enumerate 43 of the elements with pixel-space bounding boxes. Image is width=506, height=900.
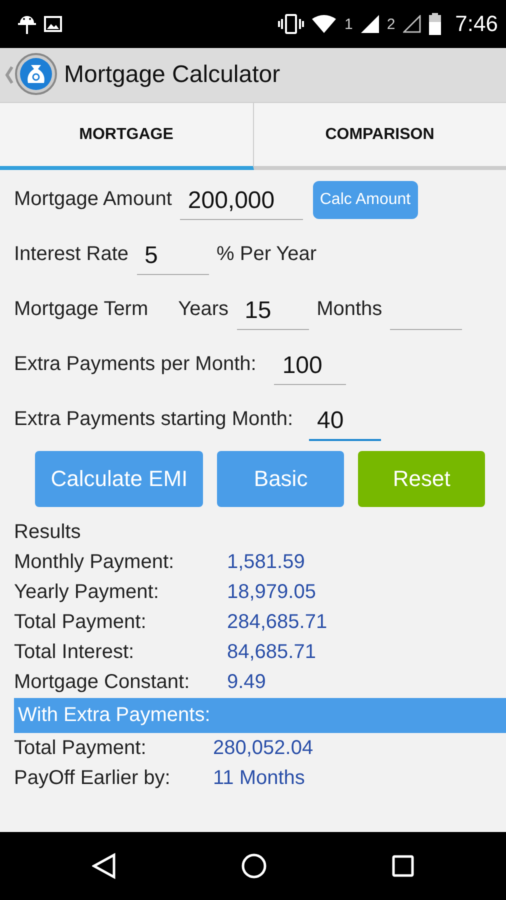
input-field[interactable]: 5 [136, 240, 209, 275]
wifi-icon [312, 15, 336, 33]
signal-icon [403, 15, 422, 33]
sim-number: 2 [386, 16, 396, 32]
input-field[interactable]: 100 [274, 350, 346, 385]
input-field[interactable]: 40 [309, 404, 382, 440]
app-title: Mortgage Calculator [64, 61, 280, 89]
signal-icon [360, 15, 379, 33]
image-icon [44, 16, 62, 32]
field-label: Mortgage Amount [14, 188, 172, 211]
clock-time: 7:46 [455, 11, 498, 37]
field-label: Extra Payments starting Month: [14, 408, 294, 431]
result-value: 84,685.71 [227, 640, 317, 665]
field-label: Interest Rate [14, 243, 129, 266]
result-label: Total Payment: [14, 610, 148, 635]
result-value: 280,052.04 [213, 736, 314, 761]
result-value: 9.49 [227, 670, 267, 695]
result-value: 1,581.59 [227, 550, 306, 575]
sim-number: 1 [344, 16, 353, 32]
result-value: 11 Months [213, 766, 306, 791]
result-label: Total Payment: [14, 736, 148, 761]
field-label: Years [178, 298, 229, 321]
input-field[interactable]: 15 [236, 295, 309, 330]
result-label: Yearly Payment: [14, 580, 160, 605]
results-heading: Results [14, 520, 82, 545]
field-label: Mortgage Term [14, 298, 148, 321]
field-label: % Per Year [216, 243, 317, 266]
result-value: 284,685.71 [227, 610, 328, 635]
result-label: Mortgage Constant: [14, 670, 191, 695]
home-icon[interactable] [240, 853, 267, 879]
input-field[interactable]: 200,000 [180, 185, 303, 220]
result-label: Total Interest: [14, 640, 136, 665]
section-banner: With Extra Payments: [14, 698, 506, 733]
android-icon [18, 13, 36, 35]
battery-icon [429, 13, 442, 35]
back-icon[interactable] [92, 853, 116, 879]
vibrate-icon [278, 14, 304, 34]
result-label: Monthly Payment: [14, 550, 176, 575]
result-value: 18,979.05 [227, 580, 317, 605]
result-label: PayOff Earlier by: [14, 766, 172, 791]
field-label: Months [316, 298, 382, 321]
field-label: Extra Payments per Month: [14, 353, 256, 376]
recents-icon[interactable] [392, 855, 414, 877]
